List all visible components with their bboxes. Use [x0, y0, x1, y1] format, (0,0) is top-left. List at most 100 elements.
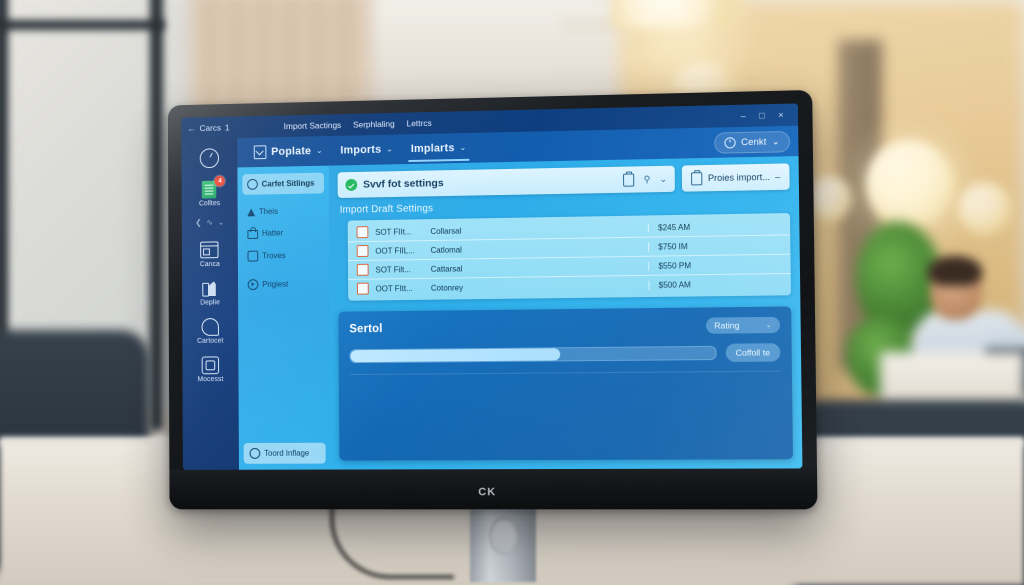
pendant-lamp-3 [958, 182, 1012, 236]
subnav-item-carfet-sitlings[interactable]: Carfet Sitlings [242, 172, 325, 195]
subnav-label: Carfet Sitlings [261, 178, 315, 189]
info-circle-icon [249, 447, 261, 459]
subnav-label: Prigiest [262, 279, 289, 289]
pin-icon[interactable]: ⚲ [644, 174, 651, 185]
document-icon: 4 [200, 175, 226, 199]
rail-item-label: Cartocet [197, 337, 224, 345]
panel-title: Sertol [349, 323, 383, 336]
rail-item-canca[interactable]: Canca [200, 240, 220, 268]
clock-icon [724, 136, 736, 149]
subnav-item-hatter[interactable]: Hatter [243, 222, 325, 244]
menu-item-2[interactable]: Lettrcs [406, 118, 431, 128]
computer-monitor: CK ← Carcs 1 Import Sactings Serphlaling… [167, 89, 818, 510]
window-frame-right [150, 0, 163, 430]
row-name: OOT FIIL... [375, 245, 415, 256]
monitor-brand-logo: CK [478, 486, 497, 499]
sub-navigation: Carfet Sitlings Theis Hatter Troves Prig… [237, 165, 331, 470]
minimize-button[interactable]: – [741, 111, 746, 121]
row-checkbox[interactable] [356, 226, 369, 239]
sertol-panel: Sertol Rating ⌄ Coffoll te [338, 306, 794, 461]
subnav-footer: Toord Inflage [243, 442, 326, 464]
square-icon [247, 250, 259, 262]
import-draft-table: SOT FIIt... Collarsal $245 AM OOT FIIL..… [347, 213, 791, 301]
toolbar-right: Cenkt ⌄ [714, 130, 791, 154]
select-label: Rating [714, 320, 740, 331]
chip-label: Toord Inflage [264, 448, 310, 458]
import-button-label: Proies import... [707, 171, 770, 184]
rail-item-cartocet[interactable]: Cartocet [197, 317, 223, 345]
notification-badge: 4 [214, 175, 226, 187]
tab-implarts[interactable]: Implarts ⌄ [402, 135, 476, 161]
chevron-down-icon: ⌄ [459, 142, 467, 153]
main-top-row: Svvf fot settings ⚲ ⌄ Proies import... – [337, 163, 790, 199]
status-text: Svvf fot settings [363, 177, 444, 191]
toord-inflage-chip[interactable]: Toord Inflage [243, 442, 326, 464]
success-check-icon [345, 178, 358, 191]
row-checkbox[interactable] [356, 263, 369, 276]
subnav-item-troves[interactable]: Troves [243, 245, 325, 267]
chevron-down-icon: ⌄ [765, 321, 772, 330]
subnav-item-theis[interactable]: Theis [242, 201, 324, 221]
account-label: Cenkt [740, 136, 767, 148]
rail-item-colltes[interactable]: 4 Colltes [198, 175, 226, 208]
monitor-chin: CK [169, 468, 818, 510]
clipboard-icon[interactable] [623, 172, 635, 187]
back-nav[interactable]: ← Carcs 1 [187, 121, 278, 134]
chevron-down-icon[interactable]: ⌄ [659, 173, 667, 184]
progress-bar [349, 345, 717, 364]
rating-select[interactable]: Rating ⌄ [705, 316, 781, 334]
breadcrumb-separator: 1 [224, 122, 230, 133]
row-checkbox[interactable] [356, 282, 369, 295]
row-checkbox[interactable] [356, 244, 369, 258]
chevron-down-icon: ⌄ [771, 135, 780, 148]
left-rail: 4 Colltes ❮ ∿ ⌄ Canca Deplie Cartocet Mo… [181, 138, 239, 470]
row-time: $750 IM [648, 240, 782, 252]
close-button[interactable]: × [778, 110, 784, 120]
account-button[interactable]: Cenkt ⌄ [714, 130, 791, 154]
rail-item-label: Mocesst [197, 376, 224, 384]
office-scene: CK ← Carcs 1 Import Sactings Serphlaling… [0, 0, 1024, 585]
row-time: $550 PM [648, 259, 782, 271]
row-name: SOT FIIt... [375, 226, 412, 237]
clock-icon[interactable] [199, 148, 220, 169]
monitor-stand-cable-hole [489, 517, 518, 555]
rail-item-label: Colltes [198, 200, 221, 208]
chevron-down-icon: ⌄ [386, 144, 394, 154]
rail-item-deplie[interactable]: Deplie [200, 279, 220, 306]
status-bar-actions: ⚲ ⌄ [623, 172, 667, 187]
maximize-button[interactable]: □ [759, 110, 765, 120]
main-content: Svvf fot settings ⚲ ⌄ Proies import... –… [328, 156, 803, 470]
progress-bar-fill [350, 348, 561, 363]
tab-imports[interactable]: Imports ⌄ [332, 137, 402, 163]
section-title: Import Draft Settings [339, 203, 434, 216]
squiggle-icon: ∿ [206, 217, 213, 227]
loop-icon [201, 317, 219, 336]
tab-label: Imports [340, 143, 382, 157]
panel-icon [200, 240, 220, 259]
application-window: ← Carcs 1 Import Sactings Serphlaling Le… [181, 103, 803, 470]
status-bar[interactable]: Svvf fot settings ⚲ ⌄ [337, 165, 676, 199]
row-time: $245 AM [647, 220, 781, 233]
rail-overflow[interactable]: ❮ ∿ ⌄ [195, 218, 224, 227]
subnav-item-prigiest[interactable]: Prigiest [243, 273, 325, 295]
chevron-down-icon: ⌄ [316, 146, 323, 156]
menu-item-1[interactable]: Serphlaling [353, 119, 395, 130]
ceiling-light [612, 0, 752, 28]
person-hair [928, 256, 982, 286]
window-frame-top [0, 20, 164, 30]
chevron-down-icon: ⌄ [217, 217, 225, 227]
content-column: Poplate ⌄ Imports ⌄ Implarts ⌄ Cenkt ⌄ C… [237, 125, 803, 470]
confirm-button[interactable]: Coffoll te [725, 343, 781, 362]
back-arrow-icon: ← [187, 123, 196, 134]
check-circle-icon [247, 178, 258, 190]
subnav-label: Troves [262, 251, 286, 261]
rail-item-label: Canca [199, 261, 220, 269]
menu-items: Import Sactings Serphlaling Lettrcs [278, 118, 432, 131]
collapse-icon: – [775, 171, 781, 182]
lock-icon [247, 229, 259, 239]
process-import-button[interactable]: Proies import... – [682, 163, 790, 192]
row-time: $500 AM [648, 278, 782, 290]
tab-poplate[interactable]: Poplate ⌄ [245, 137, 332, 165]
menu-item-0[interactable]: Import Sactings [284, 120, 342, 131]
rail-item-mocesst[interactable]: Mocesst [197, 355, 223, 383]
